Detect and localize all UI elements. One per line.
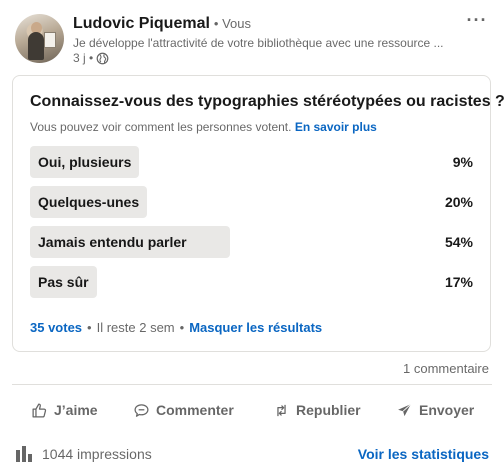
hide-results-link[interactable]: Masquer les résultats [189, 320, 322, 335]
poll-option-percent: 17% [444, 274, 473, 290]
poll-option: Pas sûr 17% [30, 266, 473, 298]
post-time: 3 j • [73, 51, 109, 65]
globe-icon [96, 52, 109, 64]
poll-visibility-note: Vous pouvez voir comment les personnes v… [30, 120, 377, 134]
poll-option-percent: 9% [452, 154, 473, 170]
poll-option: Quelques-unes 20% [30, 186, 473, 218]
author-badge: • Vous [213, 16, 251, 31]
comment-label: Commenter [156, 402, 234, 418]
impressions[interactable]: 1044 impressions [15, 445, 152, 463]
author-name[interactable]: Ludovic Piquemal [73, 15, 210, 32]
poll-option-label: Jamais entendu parler [38, 234, 187, 250]
poll-option-label: Quelques-unes [38, 194, 140, 210]
poll-option-percent: 20% [444, 194, 473, 210]
paper-plane-icon [398, 403, 412, 416]
stats-bar: 1044 impressions Voir les statistiques [0, 440, 504, 470]
poll-option: Jamais entendu parler 54% [30, 226, 473, 258]
ellipsis-icon: ··· [466, 10, 488, 30]
poll-question: Connaissez-vous des typographies stéréot… [30, 93, 504, 110]
separator: • [179, 320, 185, 335]
action-bar: J’aime Commenter Republier Envoyer [0, 392, 504, 428]
post-age: 3 j • [73, 51, 94, 65]
poll-footer: 35 votes • Il reste 2 sem • Masquer les … [30, 320, 322, 335]
avatar[interactable] [15, 14, 64, 63]
poll-remaining-time: Il reste 2 sem [96, 320, 175, 335]
thumbs-up-icon [32, 402, 47, 418]
poll-card: Connaissez-vous des typographies stéréot… [12, 75, 504, 352]
more-options-button[interactable]: ··· [462, 10, 492, 34]
post-header: Ludovic Piquemal • Vous Je développe l'at… [0, 0, 504, 70]
repost-arrows-icon [277, 404, 286, 416]
like-label: J’aime [54, 402, 98, 418]
divider [12, 384, 492, 385]
repost-button[interactable]: Republier [273, 392, 361, 428]
impressions-count: 1044 impressions [42, 446, 152, 462]
poll-option-label: Oui, plusieurs [38, 154, 132, 170]
votes-link[interactable]: 35 votes [30, 320, 82, 335]
author-headline: Je développe l'attractivité de votre bib… [73, 36, 444, 50]
comments-count[interactable]: 1 commentaire [403, 361, 489, 376]
poll-option-label: Pas sûr [38, 274, 89, 290]
author-line: Ludovic Piquemal • Vous [73, 15, 251, 35]
learn-more-link[interactable]: En savoir plus [295, 120, 377, 134]
send-button[interactable]: Envoyer [396, 392, 474, 428]
poll-visibility-text: Vous pouvez voir comment les personnes v… [30, 120, 292, 134]
send-label: Envoyer [419, 402, 475, 418]
poll-option-percent: 54% [444, 234, 473, 250]
comment-bubble-icon [134, 403, 149, 417]
see-statistics-link[interactable]: Voir les statistiques [358, 446, 489, 462]
like-button[interactable]: J’aime [31, 392, 98, 428]
comment-button[interactable]: Commenter [133, 392, 234, 428]
poll-option: Oui, plusieurs 9% [30, 146, 473, 178]
bar-chart-icon [16, 446, 32, 462]
separator: • [87, 320, 92, 335]
repost-label: Republier [296, 402, 361, 418]
